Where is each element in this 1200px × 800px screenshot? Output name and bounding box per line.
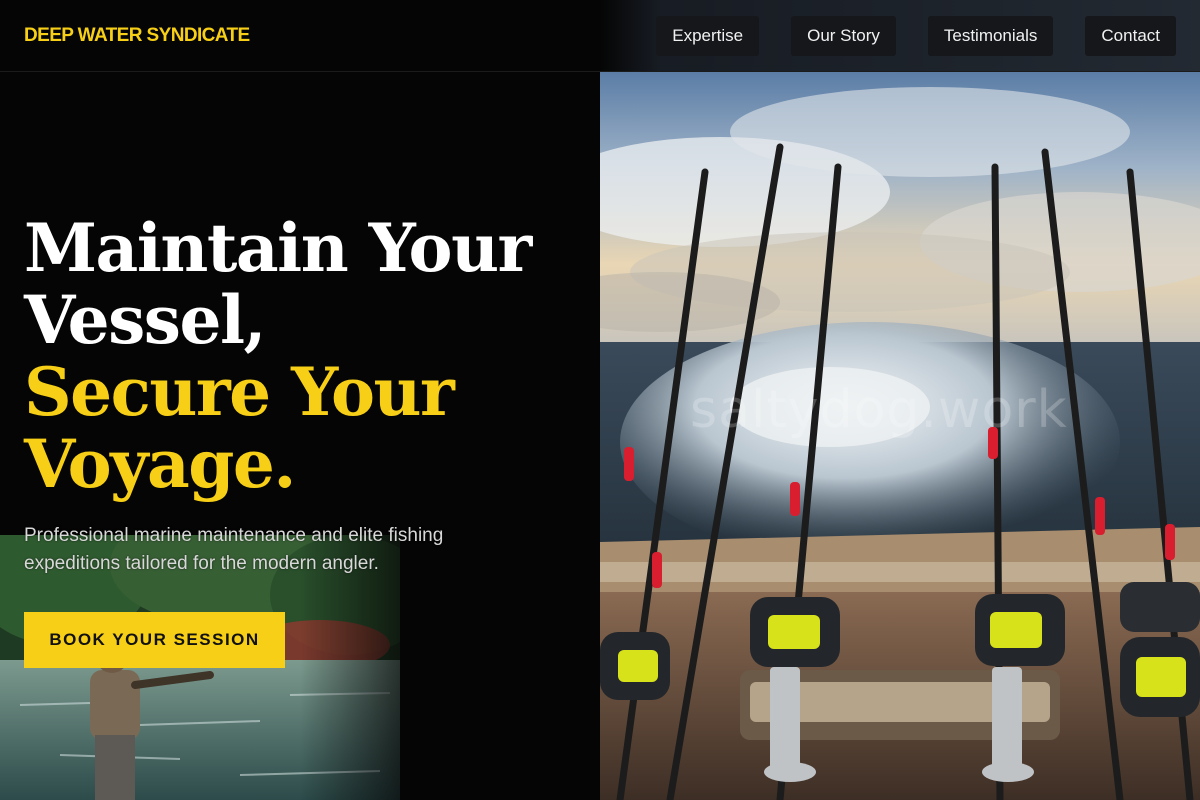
nav-testimonials[interactable]: Testimonials <box>927 15 1054 56</box>
headline-line-2: Vessel, <box>24 281 267 359</box>
headline-line-1: Maintain Your <box>24 209 532 287</box>
headline-line-3: Secure Your <box>24 353 455 431</box>
brand-logo[interactable]: DEEP WATER SYNDICATE <box>24 25 250 47</box>
hero-headline: Maintain Your Vessel, Secure Your Voyage… <box>24 212 584 500</box>
headline-line-4: Voyage. <box>24 425 296 503</box>
watermark-text: saltydog.work <box>690 380 1068 440</box>
nav-expertise[interactable]: Expertise <box>656 15 760 56</box>
hero-text-block: Maintain Your Vessel, Secure Your Voyage… <box>24 212 584 578</box>
nav-our-story[interactable]: Our Story <box>791 15 896 56</box>
main-nav: Expertise Our Story Testimonials Contact <box>656 15 1176 56</box>
book-session-button[interactable]: BOOK YOUR SESSION <box>24 612 285 668</box>
hero-subtext: Professional marine maintenance and elit… <box>24 525 444 574</box>
nav-contact[interactable]: Contact <box>1085 15 1176 56</box>
site-header: DEEP WATER SYNDICATE Expertise Our Story… <box>0 0 1200 72</box>
